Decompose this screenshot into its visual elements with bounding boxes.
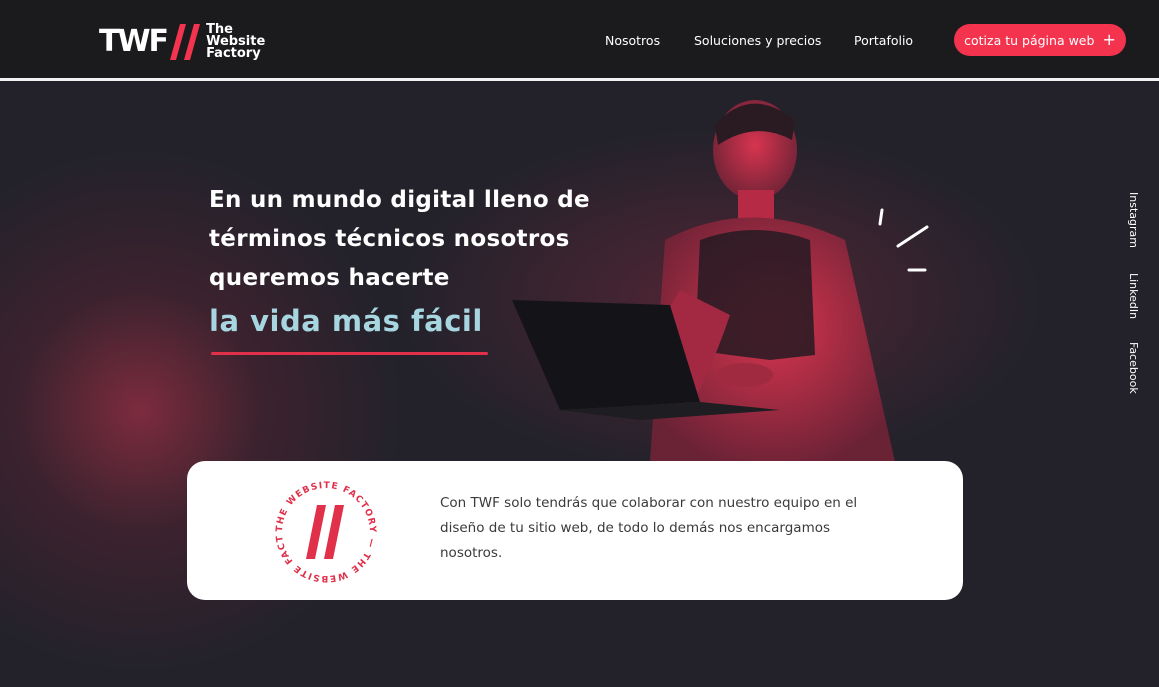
logo-line: Factory	[206, 46, 261, 61]
highlight-underline	[211, 352, 488, 355]
badge-ring-text: THE WEBSITE FACTORY — THE WEBSITE FACTOR…	[271, 477, 376, 583]
website-factory-badge-icon: THE WEBSITE FACTORY — THE WEBSITE FACTOR…	[271, 477, 377, 583]
social-link-instagram[interactable]: Instagram	[1127, 192, 1140, 248]
hero-highlight: la vida más fácil	[209, 304, 483, 338]
quote-button-label: cotiza tu página web	[964, 32, 1095, 48]
nav-link-portafolio[interactable]: Portafolio	[854, 33, 913, 48]
svg-text:THE WEBSITE FACTORY — THE WEBS: THE WEBSITE FACTORY — THE WEBSITE FACTOR…	[271, 477, 377, 583]
logo[interactable]: TWF The Website Factory	[99, 22, 265, 62]
social-link-linkedin[interactable]: LinkedIn	[1127, 273, 1140, 319]
plus-icon: +	[1102, 30, 1116, 49]
quote-button[interactable]: cotiza tu página web +	[954, 24, 1126, 56]
nav-link-nosotros[interactable]: Nosotros	[605, 33, 660, 48]
nav-link-soluciones[interactable]: Soluciones y precios	[694, 33, 821, 48]
intro-card: THE WEBSITE FACTORY — THE WEBSITE FACTOR…	[187, 461, 963, 600]
social-link-facebook[interactable]: Facebook	[1127, 342, 1140, 394]
site-header: TWF The Website Factory Nosotros Solucio…	[0, 0, 1159, 78]
intro-text: Con TWF solo tendrás que colaborar con n…	[440, 495, 858, 561]
logo-name: The Website Factory	[206, 23, 265, 61]
logo-slash-icon	[170, 24, 201, 60]
hero-headline: En un mundo digital lleno de términos té…	[209, 187, 590, 291]
logo-wordmark: TWF	[99, 24, 169, 59]
